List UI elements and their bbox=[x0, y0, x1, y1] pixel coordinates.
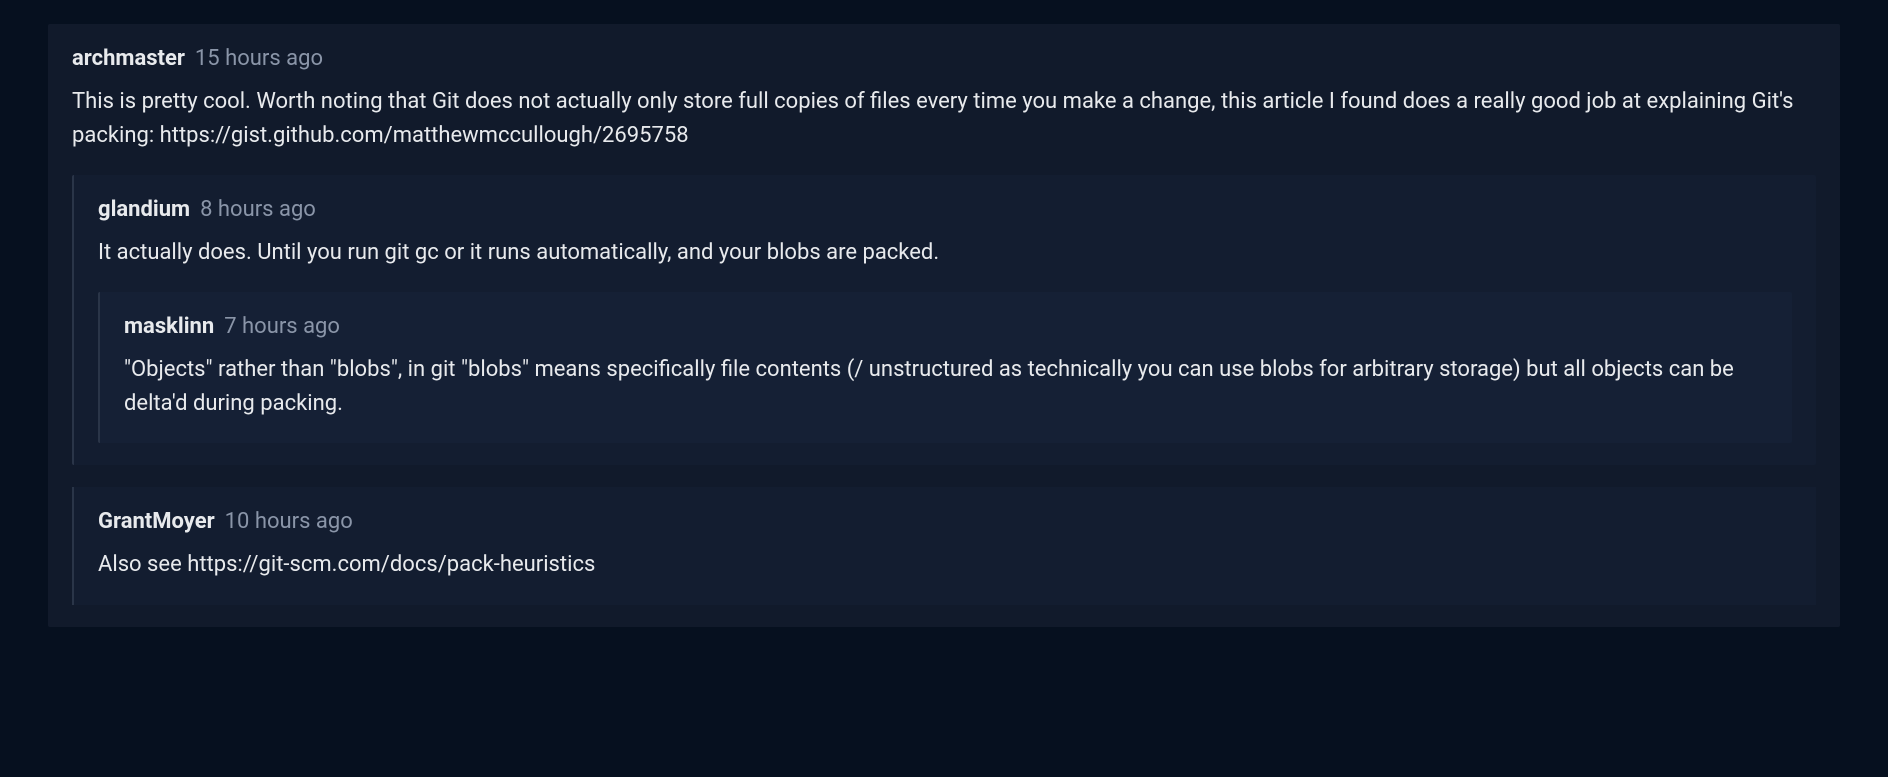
timestamp-link[interactable]: 15 hours ago bbox=[195, 46, 323, 71]
comment-header: masklinn 7 hours ago bbox=[124, 314, 1768, 339]
comment-text: It actually does. Until you run git gc o… bbox=[98, 240, 939, 265]
comment-reply: glandium 8 hours ago It actually does. U… bbox=[72, 175, 1816, 465]
comment-header: archmaster 15 hours ago bbox=[72, 46, 1816, 71]
username-link[interactable]: glandium bbox=[98, 197, 190, 222]
timestamp-link[interactable]: 7 hours ago bbox=[224, 314, 340, 339]
comment-body: Also see https://git-scm.com/docs/pack-h… bbox=[98, 548, 1792, 582]
username-link[interactable]: GrantMoyer bbox=[98, 509, 215, 534]
comment-root: archmaster 15 hours ago This is pretty c… bbox=[48, 24, 1840, 627]
body-link[interactable]: https://git-scm.com/docs/pack-heuristics bbox=[187, 552, 595, 577]
body-link[interactable]: https://gist.github.com/matthewmcculloug… bbox=[160, 123, 689, 148]
nested-comments: masklinn 7 hours ago "Objects" rather th… bbox=[98, 292, 1792, 443]
comment-header: glandium 8 hours ago bbox=[98, 197, 1792, 222]
comment-body: "Objects" rather than "blobs", in git "b… bbox=[124, 353, 1768, 421]
username-link[interactable]: archmaster bbox=[72, 46, 185, 71]
comment-reply: GrantMoyer 10 hours ago Also see https:/… bbox=[72, 487, 1816, 604]
comment-text: Also see bbox=[98, 552, 187, 577]
timestamp-link[interactable]: 10 hours ago bbox=[225, 509, 353, 534]
comment-text: "Objects" rather than "blobs", in git "b… bbox=[124, 357, 1734, 416]
nested-comments: glandium 8 hours ago It actually does. U… bbox=[72, 175, 1816, 604]
comment-body: It actually does. Until you run git gc o… bbox=[98, 236, 1792, 270]
comment-thread: archmaster 15 hours ago This is pretty c… bbox=[48, 24, 1840, 627]
sibling-comment-group: GrantMoyer 10 hours ago Also see https:/… bbox=[72, 487, 1816, 604]
comment-header: GrantMoyer 10 hours ago bbox=[98, 509, 1792, 534]
comment-body: This is pretty cool. Worth noting that G… bbox=[72, 85, 1816, 153]
comment-reply: masklinn 7 hours ago "Objects" rather th… bbox=[98, 292, 1792, 443]
timestamp-link[interactable]: 8 hours ago bbox=[200, 197, 316, 222]
username-link[interactable]: masklinn bbox=[124, 314, 214, 339]
